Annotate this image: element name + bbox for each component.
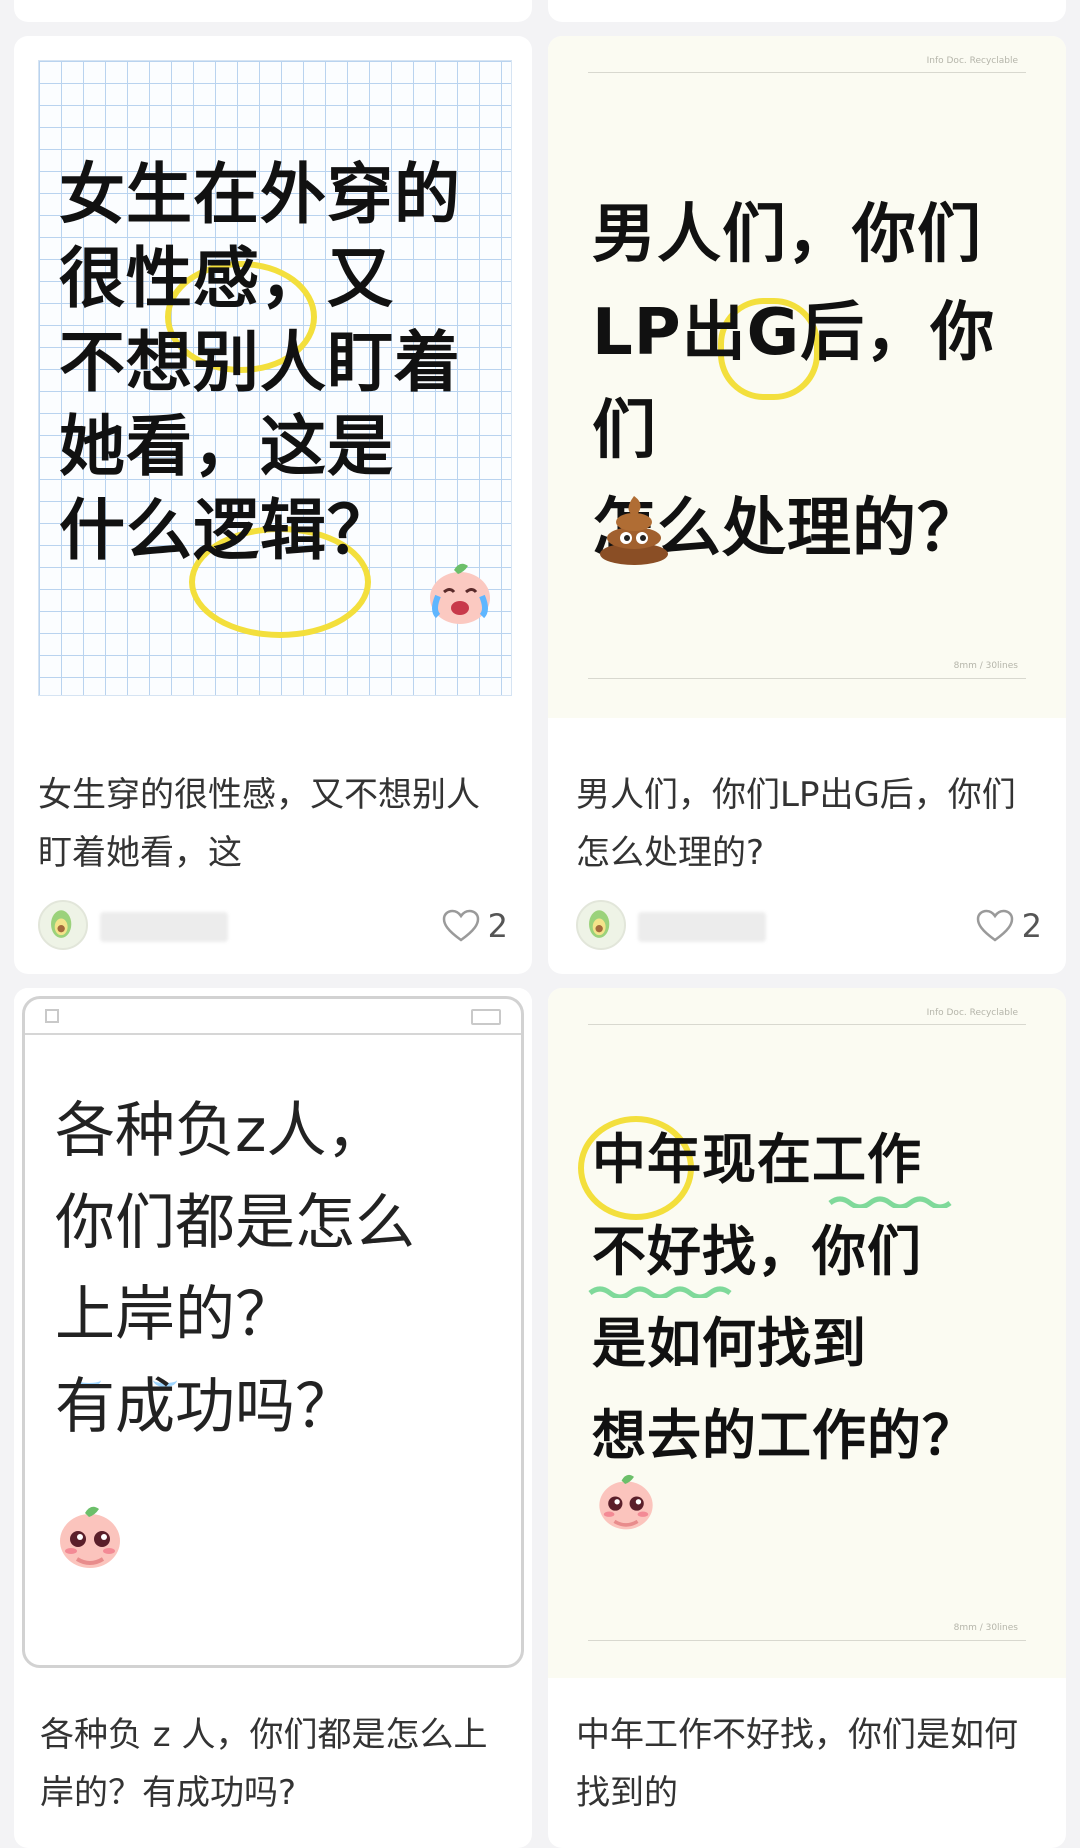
phone-frame: 各种负z人， 你们都是怎么 上岸的？ 有成功吗？ — [22, 996, 524, 1668]
author-avatar[interactable] — [38, 900, 88, 950]
post-card[interactable]: 各种负z人， 你们都是怎么 上岸的？ 有成功吗？ 各种负 z 人，你们都是怎么上… — [14, 988, 532, 1848]
ruled-line — [588, 72, 1026, 73]
ruled-line — [588, 1024, 1026, 1025]
like-button[interactable]: 2 — [442, 906, 508, 946]
like-button[interactable]: 2 — [976, 906, 1042, 946]
prev-card-stub-left — [14, 0, 532, 22]
ruled-line — [588, 678, 1026, 679]
post-cover-image[interactable]: Info Doc. Recyclable 中年现在工作 不好找，你们 是如何找到… — [548, 988, 1066, 1678]
author-name-blurred[interactable] — [100, 912, 228, 942]
post-cover-image[interactable]: Info Doc. Recyclable 男人们，你们 LP出G后，你们 怎么处… — [548, 36, 1066, 718]
like-count: 2 — [487, 907, 508, 945]
tabs-icon — [471, 1009, 501, 1025]
post-title[interactable]: 男人们，你们LP出G后，你们怎么处理的? — [576, 766, 1032, 882]
paper-header-text: Info Doc. Recyclable — [926, 56, 1018, 66]
post-title[interactable]: 各种负 z 人，你们都是怎么上岸的？有成功吗? — [40, 1706, 500, 1822]
heart-icon — [442, 909, 479, 942]
shy-peach-icon — [594, 1468, 658, 1532]
post-card[interactable]: 女生在外穿的 很性感，又 不想别人盯着 她看，这是 什么逻辑？ 女生穿的很性感，… — [14, 36, 532, 974]
cover-headline: 女生在外穿的 很性感，又 不想别人盯着 她看，这是 什么逻辑？ — [59, 156, 461, 569]
poop-icon — [594, 488, 674, 568]
crying-peach-icon — [424, 556, 496, 628]
author-name-blurred[interactable] — [638, 912, 766, 942]
paper-footer-text: 8mm / 30lines — [953, 661, 1018, 671]
post-meta: 2 — [576, 900, 1042, 954]
avocado-icon — [589, 910, 610, 938]
like-count: 2 — [1021, 907, 1042, 945]
cover-headline: 中年现在工作 不好找，你们 是如何找到 想去的工作的？ — [592, 1128, 977, 1467]
post-cover-image[interactable]: 女生在外穿的 很性感，又 不想别人盯着 她看，这是 什么逻辑？ — [38, 60, 512, 696]
avocado-icon — [51, 910, 72, 938]
heart-icon — [976, 909, 1013, 942]
paper-footer-text: 8mm / 30lines — [953, 1623, 1018, 1633]
cover-headline: 各种负z人， 你们都是怎么 上岸的？ 有成功吗？ — [55, 1096, 415, 1442]
ruled-line — [588, 1640, 1026, 1641]
post-title[interactable]: 中年工作不好找，你们是如何找到的 — [576, 1706, 1032, 1822]
post-title[interactable]: 女生穿的很性感，又不想别人盯着她看，这 — [38, 766, 498, 882]
post-cover-image[interactable]: 各种负z人， 你们都是怎么 上岸的？ 有成功吗？ — [14, 988, 532, 1678]
shy-peach-icon — [55, 1499, 125, 1571]
post-card[interactable]: Info Doc. Recyclable 男人们，你们 LP出G后，你们 怎么处… — [548, 36, 1066, 974]
paper-header-text: Info Doc. Recyclable — [926, 1008, 1018, 1018]
square-icon — [45, 1009, 59, 1023]
author-avatar[interactable] — [576, 900, 626, 950]
prev-card-stub-right — [548, 0, 1066, 22]
post-card[interactable]: Info Doc. Recyclable 中年现在工作 不好找，你们 是如何找到… — [548, 988, 1066, 1848]
post-meta: 2 — [38, 900, 508, 954]
